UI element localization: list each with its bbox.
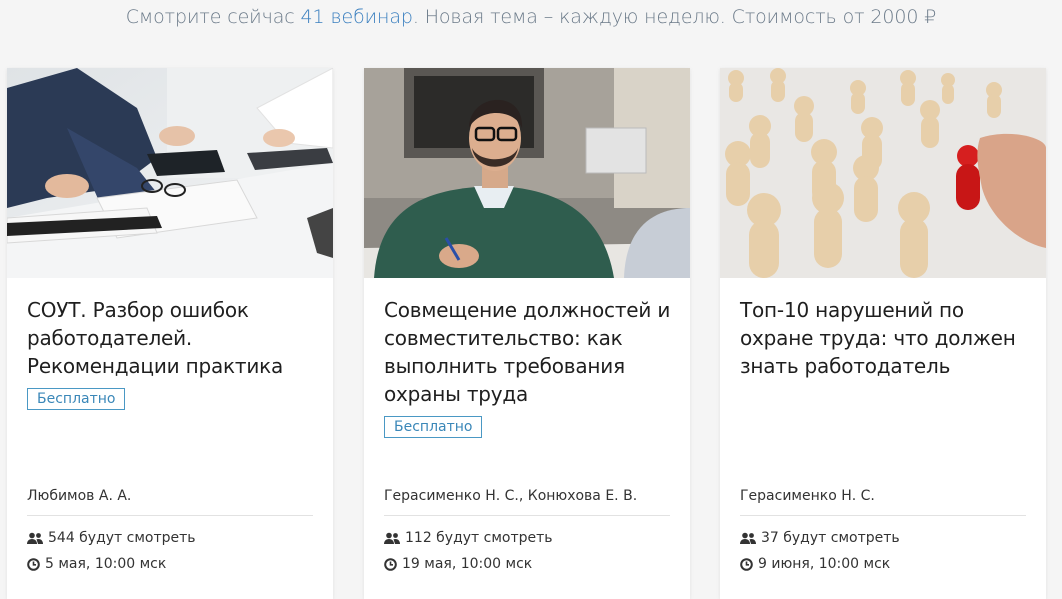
- free-badge: Бесплатно: [27, 388, 126, 410]
- watchers-count: 37 будут смотреть: [761, 530, 900, 546]
- divider: [384, 515, 670, 516]
- date-info: 5 мая, 10:00 мск: [27, 556, 166, 572]
- watchers-info: 112 будут смотреть: [384, 530, 553, 546]
- free-badge: Бесплатно: [384, 416, 483, 438]
- webinar-authors: Герасименко Н. С., Конюхова Е. В.: [384, 488, 638, 504]
- webinar-card[interactable]: Совмещение должностей и совместительство…: [364, 68, 690, 599]
- watchers-info: 37 будут смотреть: [740, 530, 900, 546]
- users-icon: [27, 532, 43, 545]
- headline-prefix: Смотрите сейчас: [125, 6, 301, 28]
- webinar-image[interactable]: [720, 68, 1046, 278]
- divider: [740, 515, 1026, 516]
- webinar-card[interactable]: СОУТ. Разбор ошибок работодателей. Реком…: [7, 68, 333, 599]
- clock-icon: [27, 557, 40, 571]
- watchers-count: 544 будут смотреть: [48, 530, 196, 546]
- webinar-authors: Любимов А. А.: [27, 488, 132, 504]
- date-info: 19 мая, 10:00 мск: [384, 556, 532, 572]
- clock-icon: [384, 557, 397, 571]
- watchers-info: 544 будут смотреть: [27, 530, 196, 546]
- headline-suffix: . Новая тема – каждую неделю. Стоимость …: [412, 6, 937, 28]
- watchers-count: 112 будут смотреть: [405, 530, 553, 546]
- webinar-date: 19 мая, 10:00 мск: [402, 556, 533, 572]
- webinar-count-link[interactable]: 41 вебинар: [301, 6, 413, 28]
- users-icon: [384, 532, 400, 545]
- webinar-title[interactable]: Совмещение должностей и совместительство…: [384, 296, 674, 408]
- divider: [27, 515, 313, 516]
- webinar-card[interactable]: Топ-10 нарушений по охране труда: что до…: [720, 68, 1046, 599]
- users-icon: [740, 532, 756, 545]
- webinar-date: 9 июня, 10:00 мск: [758, 556, 891, 572]
- clock-icon: [740, 557, 753, 571]
- webinar-date: 5 мая, 10:00 мск: [45, 556, 167, 572]
- promo-headline: Смотрите сейчас 41 вебинар. Новая тема –…: [0, 6, 1062, 28]
- webinar-title[interactable]: СОУТ. Разбор ошибок работодателей. Реком…: [27, 296, 317, 380]
- webinar-image[interactable]: [7, 68, 333, 278]
- date-info: 9 июня, 10:00 мск: [740, 556, 890, 572]
- webinar-authors: Герасименко Н. С.: [740, 488, 875, 504]
- webinar-title[interactable]: Топ-10 нарушений по охране труда: что до…: [740, 296, 1030, 380]
- webinar-image[interactable]: [364, 68, 690, 278]
